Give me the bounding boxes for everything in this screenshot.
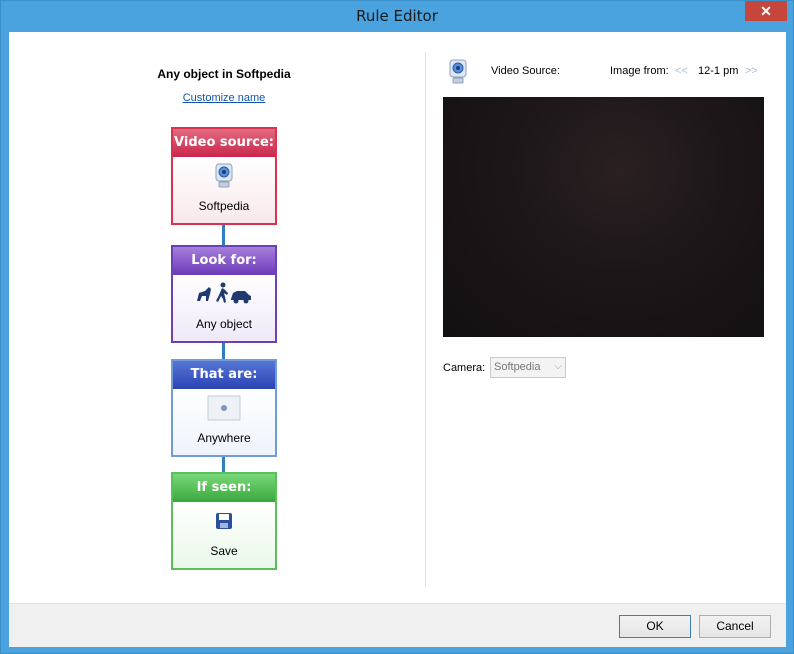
block-header: That are:: [173, 361, 275, 389]
that-are-block[interactable]: That are: Anywhere: [171, 359, 277, 457]
image-from-label: Image from:: [610, 65, 669, 77]
flow-connector: [222, 341, 225, 359]
rule-editor-window: Rule Editor ✕ Any object in Softpedia Cu…: [0, 0, 794, 654]
block-header: If seen:: [173, 474, 275, 502]
camera-label: Camera:: [443, 362, 486, 374]
block-header: Look for:: [173, 247, 275, 275]
camera-select[interactable]: Softpedia ⌵: [490, 357, 566, 378]
customize-name-link[interactable]: Customize name: [149, 92, 299, 104]
block-label: Any object: [195, 317, 253, 331]
camera-preview-image: [443, 97, 764, 337]
title-bar[interactable]: Rule Editor ✕: [1, 1, 793, 31]
close-button[interactable]: ✕: [745, 1, 787, 21]
block-body: Anywhere: [173, 389, 275, 455]
objects-icon: [173, 281, 275, 307]
next-hour-button[interactable]: >>: [745, 65, 758, 77]
camera-selected-value: Softpedia: [494, 361, 541, 373]
window-title: Rule Editor: [356, 7, 438, 25]
if-seen-block[interactable]: If seen: Save: [171, 472, 277, 570]
ok-button[interactable]: OK: [619, 615, 691, 638]
webcam-icon: [173, 163, 275, 189]
time-range: 12-1 pm: [698, 65, 739, 77]
block-body: Any object: [173, 275, 275, 341]
dialog-client-area: Any object in Softpedia Customize name V…: [9, 32, 786, 647]
block-body: Save: [173, 502, 275, 568]
block-body: Softpedia: [173, 157, 275, 223]
flow-connector: [222, 455, 225, 472]
panel-divider: [425, 52, 426, 587]
flow-connector: [222, 223, 225, 245]
block-label: Softpedia: [198, 199, 250, 213]
video-source-label: Video Source:: [491, 65, 560, 77]
cancel-button[interactable]: Cancel: [699, 615, 771, 638]
rule-name: Any object in Softpedia: [157, 67, 291, 81]
dialog-footer: OK Cancel: [9, 603, 786, 647]
area-icon: [173, 395, 275, 421]
previous-hour-button[interactable]: <<: [675, 65, 688, 77]
webcam-icon: [447, 59, 469, 88]
chevron-down-icon: ⌵: [554, 361, 562, 372]
block-header: Video source:: [173, 129, 275, 157]
block-label: Save: [210, 544, 238, 558]
look-for-block[interactable]: Look for: Any object: [171, 245, 277, 343]
save-icon: [173, 508, 275, 534]
video-source-block[interactable]: Video source: Softpedia: [171, 127, 277, 225]
block-label: Anywhere: [197, 431, 251, 445]
